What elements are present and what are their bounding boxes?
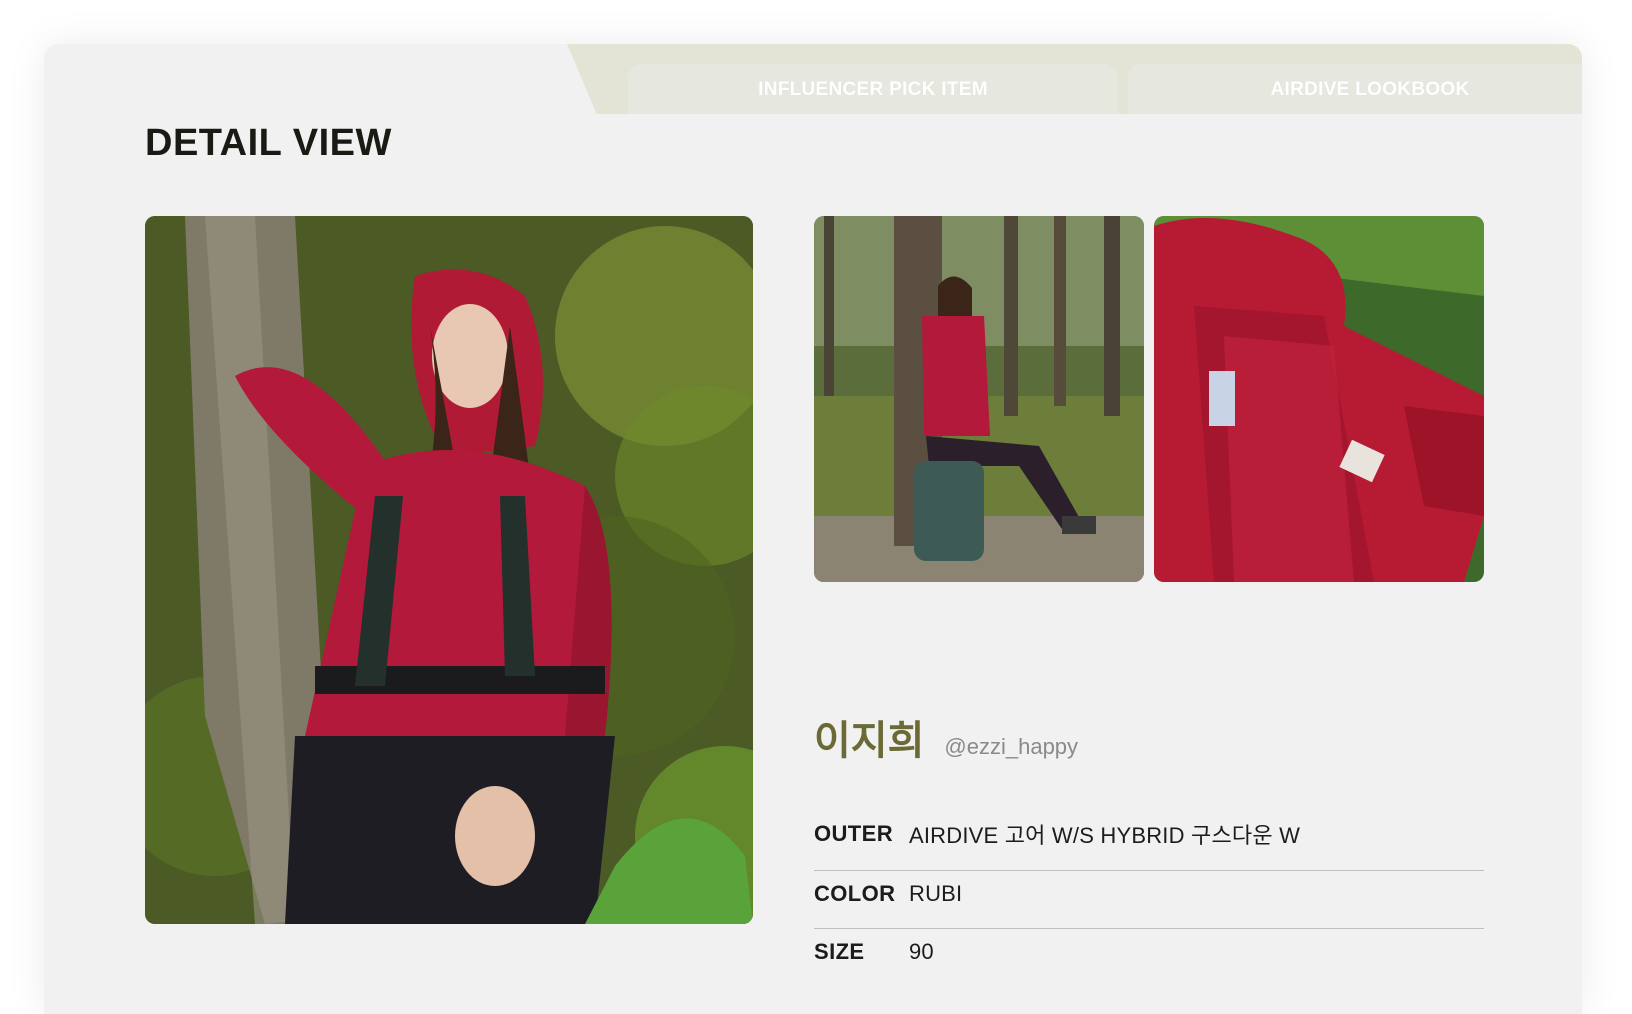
spec-row-outer: OUTER AIRDIVE 고어 W/S HYBRID 구스다운 W bbox=[814, 816, 1484, 852]
forest-model-image bbox=[145, 216, 753, 924]
main-product-photo[interactable] bbox=[145, 216, 753, 924]
seated-model-image bbox=[814, 216, 1144, 582]
spec-divider bbox=[814, 928, 1484, 929]
jacket-closeup-image bbox=[1154, 216, 1484, 582]
spec-value: RUBI bbox=[909, 881, 963, 906]
page-title: DETAIL VIEW bbox=[145, 122, 392, 164]
spec-label: SIZE bbox=[814, 939, 865, 964]
influencer-name: 이지희 bbox=[814, 719, 925, 763]
spec-label: COLOR bbox=[814, 881, 896, 906]
influencer-name-row: 이지희 @ezzi_happy bbox=[814, 708, 1078, 766]
spec-row-size: SIZE 90 bbox=[814, 934, 1484, 970]
spec-row-color: COLOR RUBI bbox=[814, 876, 1484, 912]
influencer-handle[interactable]: @ezzi_happy bbox=[944, 734, 1078, 760]
tab-influencer-pick-item[interactable]: INFLUENCER PICK ITEM bbox=[628, 64, 1118, 116]
thumbnail-photo-seated[interactable] bbox=[814, 216, 1144, 582]
tab-airdive-lookbook[interactable]: AIRDIVE LOOKBOOK bbox=[1128, 64, 1582, 116]
spec-divider bbox=[814, 870, 1484, 871]
spec-value[interactable]: AIRDIVE 고어 W/S HYBRID 구스다운 W bbox=[909, 818, 1300, 850]
spec-value: 90 bbox=[909, 939, 934, 964]
thumbnail-photo-jacket[interactable] bbox=[1154, 216, 1484, 582]
spec-label: OUTER bbox=[814, 821, 893, 846]
detail-card: INFLUENCER PICK ITEM AIRDIVE LOOKBOOK DE… bbox=[44, 44, 1582, 1014]
